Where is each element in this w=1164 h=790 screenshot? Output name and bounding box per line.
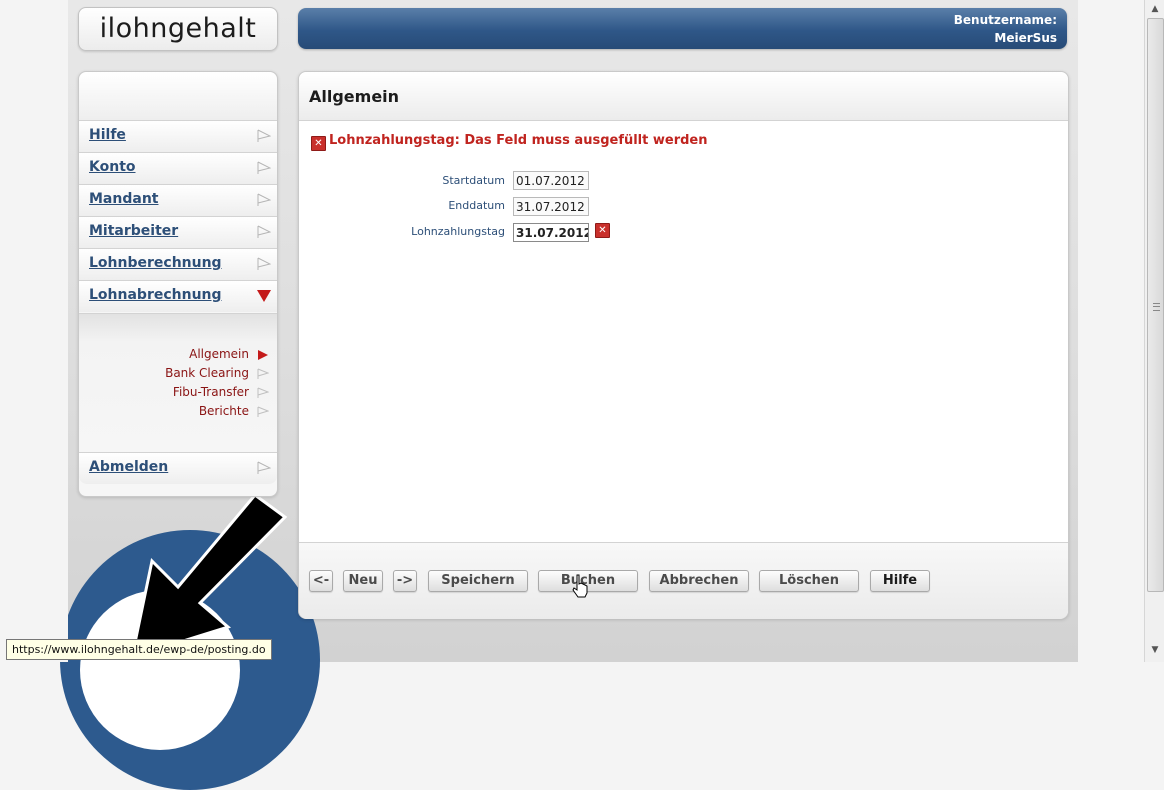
subnav-item-bank-clearing[interactable]: Bank Clearing	[165, 366, 249, 380]
sidebar-item-label[interactable]: Lohnberechnung	[89, 255, 222, 271]
vertical-scrollbar[interactable]: ▲ ▼	[1144, 0, 1164, 662]
sidebar-item-label[interactable]: Mitarbeiter	[89, 223, 178, 239]
sidebar-item-lohnabrechnung[interactable]: Lohnabrechnung	[79, 280, 277, 312]
subnav-item-fibu-transfer[interactable]: Fibu-Transfer	[173, 385, 249, 399]
scroll-down-icon[interactable]: ▼	[1148, 643, 1162, 657]
arrow-shape	[130, 495, 288, 660]
sidebar-item-mitarbeiter[interactable]: Mitarbeiter	[79, 216, 277, 248]
flag-icon	[257, 406, 269, 417]
triangle-right-icon	[258, 350, 268, 360]
triangle-down-icon	[257, 290, 271, 302]
delete-button[interactable]: Löschen	[759, 570, 859, 592]
flag-icon	[257, 368, 269, 379]
sidebar-item-abmelden[interactable]: Abmelden	[79, 452, 277, 484]
sidebar-item-label[interactable]: Hilfe	[89, 127, 126, 143]
flag-icon	[257, 129, 271, 142]
flag-icon	[257, 225, 271, 238]
enddatum-label: Enddatum	[448, 199, 505, 212]
sidebar-item-mandant[interactable]: Mandant	[79, 184, 277, 216]
enddatum-input[interactable]	[513, 197, 589, 216]
header-bar: Benutzername: MeierSus	[298, 8, 1067, 49]
flag-icon	[257, 461, 271, 474]
subnav-item-berichte[interactable]: Berichte	[199, 404, 249, 418]
subnav-item-allgemein[interactable]: Allgemein	[189, 347, 249, 361]
decorative-mask	[0, 495, 68, 662]
logo[interactable]: ilohngehalt	[78, 7, 278, 51]
sidebar-header	[79, 72, 277, 120]
username-value: MeierSus	[994, 31, 1057, 45]
flag-icon	[257, 257, 271, 270]
grip-icon	[1153, 303, 1160, 311]
black-arrow-annotation	[130, 495, 288, 660]
sidebar-item-konto[interactable]: Konto	[79, 152, 277, 184]
sidebar-subnav: Allgemein Bank Clearing Fibu-Transfer Be…	[79, 313, 277, 453]
startdatum-input[interactable]	[513, 171, 589, 190]
cancel-button[interactable]: Abbrechen	[649, 570, 749, 592]
sidebar-item-label[interactable]: Mandant	[89, 191, 158, 207]
field-error-icon: ✕	[595, 223, 610, 238]
error-text: Lohnzahlungstag: Das Feld muss ausgefüll…	[329, 133, 708, 148]
username-label: Benutzername:	[953, 13, 1057, 27]
button-bar: <- Neu -> Speichern Buchen Abbrechen Lös…	[299, 542, 1068, 619]
status-bar-url: https://www.ilohngehalt.de/ewp-de/postin…	[6, 639, 272, 660]
lohnzahlungstag-label: Lohnzahlungstag	[411, 225, 505, 238]
flag-icon	[257, 193, 271, 206]
main-header: Allgemein	[299, 72, 1068, 121]
flag-icon	[257, 161, 271, 174]
lohnzahlungstag-input[interactable]	[513, 223, 589, 242]
previous-button[interactable]: <-	[309, 570, 333, 592]
flag-icon	[257, 387, 269, 398]
post-button[interactable]: Buchen	[538, 570, 638, 592]
sidebar-item-label[interactable]: Konto	[89, 159, 136, 175]
save-button[interactable]: Speichern	[428, 570, 528, 592]
sidebar-item-hilfe[interactable]: Hilfe	[79, 120, 277, 152]
sidebar-item-label[interactable]: Lohnabrechnung	[89, 287, 222, 303]
logo-text: ilohngehalt	[99, 13, 257, 44]
scrollbar-thumb[interactable]	[1147, 18, 1164, 592]
help-button[interactable]: Hilfe	[870, 570, 930, 592]
page-title: Allgemein	[309, 87, 400, 106]
sidebar-item-lohnberechnung[interactable]: Lohnberechnung	[79, 248, 277, 280]
main-panel: Allgemein ✕ Lohnzahlungstag: Das Feld mus…	[298, 71, 1069, 619]
hand-cursor-icon	[572, 574, 588, 598]
new-button[interactable]: Neu	[343, 570, 383, 592]
error-message: ✕ Lohnzahlungstag: Das Feld muss ausgefül…	[311, 133, 708, 151]
sidebar: Hilfe Konto Mandant Mitarbeiter Lohnbere…	[78, 71, 278, 497]
error-icon: ✕	[311, 136, 326, 151]
scroll-up-icon[interactable]: ▲	[1148, 2, 1162, 16]
sidebar-item-label[interactable]: Abmelden	[89, 459, 168, 475]
next-button[interactable]: ->	[393, 570, 417, 592]
startdatum-label: Startdatum	[442, 174, 505, 187]
